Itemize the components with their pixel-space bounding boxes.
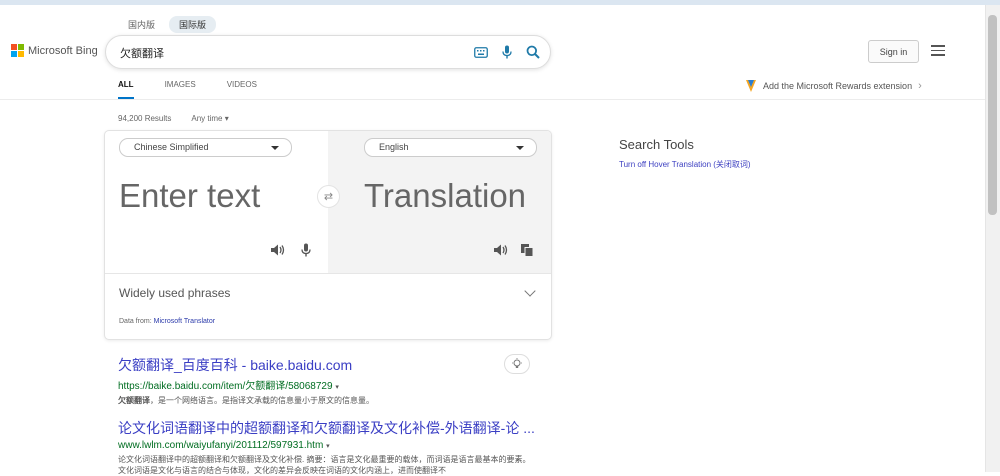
caret-down-icon[interactable]: ▾ [335, 384, 339, 391]
search-box[interactable]: 欠额翻译 [105, 35, 551, 69]
snippet-text: ，是一个网络语言。是指译文承载的信息量小于原文的信息量。 [150, 396, 374, 405]
search-nav-tabs: ALL IMAGES VIDEOS [118, 80, 288, 99]
search-result: 欠额翻译_百度百科 - baike.baidu.com https://baik… [118, 355, 534, 406]
microphone-icon[interactable] [499, 44, 515, 60]
phrases-label: Widely used phrases [119, 286, 231, 300]
target-language-label: English [379, 142, 409, 152]
tab-all[interactable]: ALL [118, 80, 134, 99]
scrollbar-thumb[interactable] [988, 15, 997, 215]
copy-icon[interactable] [520, 243, 534, 257]
chevron-right-icon: › [918, 80, 922, 92]
rewards-extension-banner[interactable]: Add the Microsoft Rewards extension › [745, 79, 922, 93]
result-url-text: https://baike.baidu.com/item/欠额翻译/580687… [118, 381, 333, 392]
caret-down-icon[interactable]: ▾ [326, 443, 330, 450]
source-language-select[interactable]: Chinese Simplified [119, 138, 292, 157]
chevron-down-icon [271, 146, 279, 150]
speaker-icon[interactable] [493, 243, 509, 257]
menu-icon[interactable] [931, 45, 945, 59]
swap-icon: ⇄ [323, 191, 334, 203]
swap-languages-button[interactable]: ⇄ [317, 185, 340, 208]
search-icon[interactable] [525, 44, 541, 60]
rewards-trophy-icon [746, 80, 756, 92]
tab-videos[interactable]: VIDEOS [227, 80, 257, 89]
search-input[interactable]: 欠额翻译 [120, 45, 164, 61]
result-url-text: www.lwlm.com/waiyufanyi/201112/597931.ht… [118, 440, 324, 451]
hover-translation-toggle-link[interactable]: Turn off Hover Translation (关闭取词) [619, 159, 751, 170]
bing-logo[interactable]: Microsoft Bing [11, 44, 98, 57]
chevron-down-icon [516, 146, 524, 150]
snippet-highlight: 欠额翻译 [118, 396, 150, 405]
speaker-icon[interactable] [270, 243, 286, 257]
data-source-prefix: Data from: [119, 318, 154, 325]
microsoft-translator-link[interactable]: Microsoft Translator [154, 318, 215, 325]
result-title-link[interactable]: 论文化词语翻译中的超额翻译和欠额翻译及文化补偿-外语翻译-论 ... [118, 418, 535, 438]
result-url: www.lwlm.com/waiyufanyi/201112/597931.ht… [118, 440, 535, 451]
tab-images[interactable]: IMAGES [165, 80, 196, 89]
nav-divider [0, 99, 985, 100]
chevron-down-icon[interactable] [524, 285, 536, 297]
logo-text: Microsoft Bing [28, 44, 98, 57]
region-tab-domestic[interactable]: 国内版 [118, 16, 165, 33]
microsoft-logo-icon [11, 44, 24, 57]
search-tools-title: Search Tools [619, 137, 694, 152]
source-language-label: Chinese Simplified [134, 142, 209, 152]
data-source: Data from: Microsoft Translator [119, 318, 215, 325]
lightbulb-icon[interactable] [504, 354, 530, 374]
keyboard-icon[interactable] [473, 44, 489, 60]
target-language-select[interactable]: English [364, 138, 537, 157]
result-title-link[interactable]: 欠额翻译_百度百科 - baike.baidu.com [118, 355, 534, 375]
rewards-text: Add the Microsoft Rewards extension [763, 81, 913, 91]
result-snippet: 欠额翻译，是一个网络语言。是指译文承载的信息量小于原文的信息量。 [118, 395, 534, 406]
result-url: https://baike.baidu.com/item/欠额翻译/580687… [118, 377, 534, 392]
result-snippet: 论文化词语翻译中的超额翻译和欠额翻译及文化补偿. 摘要：语言是文化最重要的载体，… [118, 455, 531, 475]
translator-card: Chinese Simplified English Enter text Tr… [104, 130, 552, 340]
translation-output: Translation [364, 177, 527, 214]
time-filter-dropdown[interactable]: Any time [191, 114, 228, 123]
search-result: 论文化词语翻译中的超额翻译和欠额翻译及文化补偿-外语翻译-论 ... www.l… [118, 418, 535, 476]
browser-top-strip [0, 0, 1000, 5]
results-count: 94,200 Results [118, 114, 172, 123]
region-tab-international[interactable]: 国际版 [169, 16, 217, 33]
widely-used-phrases-row[interactable]: Widely used phrases [105, 273, 551, 300]
translation-input[interactable]: Enter text [119, 177, 260, 215]
sign-in-button[interactable]: Sign in [868, 40, 919, 63]
region-tabs: 国内版 国际版 [118, 16, 217, 33]
microphone-icon[interactable] [301, 243, 311, 257]
page-scrollbar[interactable] [985, 5, 1000, 472]
results-meta: 94,200 Results Any time [118, 114, 229, 123]
